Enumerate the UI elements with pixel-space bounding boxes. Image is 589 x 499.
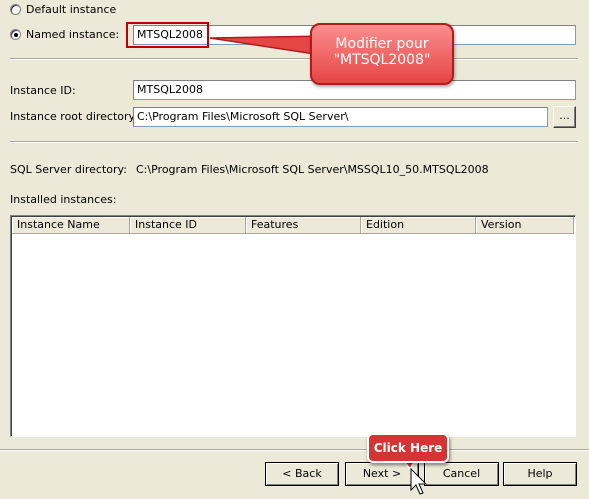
installed-instances-list[interactable]: Instance Name Instance ID Features Editi… — [10, 215, 576, 437]
named-instance-label[interactable]: Named instance: — [26, 28, 119, 41]
callout-line-2: "MTSQL2008" — [333, 52, 431, 68]
sql-server-directory-value: C:\Program Files\Microsoft SQL Server\MS… — [136, 163, 489, 176]
root-directory-input[interactable]: C:\Program Files\Microsoft SQL Server\ — [133, 107, 548, 127]
cancel-button[interactable]: Cancel — [424, 462, 499, 486]
separator-footer — [0, 449, 589, 451]
default-instance-label[interactable]: Default instance — [26, 3, 116, 16]
column-header-edition[interactable]: Edition — [361, 217, 476, 234]
help-button[interactable]: Help — [503, 462, 577, 486]
installed-instances-label: Installed instances: — [10, 193, 117, 206]
sql-server-directory-label: SQL Server directory: — [10, 163, 127, 176]
browse-button[interactable]: ... — [553, 106, 576, 128]
named-instance-radio[interactable] — [10, 29, 21, 40]
click-here-tooltip: Click Here — [367, 433, 449, 463]
column-header-features[interactable]: Features — [246, 217, 361, 234]
mouse-cursor-icon — [410, 468, 428, 495]
column-header-instance-id[interactable]: Instance ID — [130, 217, 246, 234]
back-button[interactable]: < Back — [265, 462, 339, 486]
column-header-version[interactable]: Version — [476, 217, 574, 234]
column-header-instance-name[interactable]: Instance Name — [12, 217, 130, 234]
list-header: Instance Name Instance ID Features Editi… — [12, 217, 574, 234]
default-instance-radio[interactable] — [10, 4, 21, 15]
modify-callout: Modifier pour "MTSQL2008" — [310, 23, 454, 85]
callout-line-1: Modifier pour — [335, 36, 429, 52]
root-directory-label: Instance root directory: — [10, 110, 138, 123]
separator-middle — [10, 141, 578, 143]
instance-id-label: Instance ID: — [10, 84, 76, 97]
named-instance-highlight-box — [126, 22, 209, 48]
